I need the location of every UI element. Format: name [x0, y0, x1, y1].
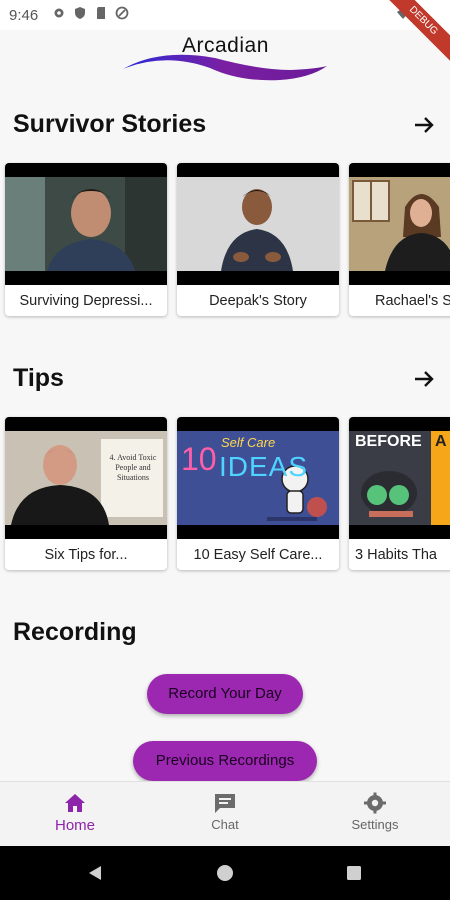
shield-icon: [75, 7, 85, 19]
arrow-right-icon[interactable]: [412, 367, 436, 391]
status-time: 9:46: [9, 7, 39, 24]
logo-text: Arcadian: [182, 34, 269, 57]
gear-icon: [54, 8, 64, 18]
nav-chat-label: Chat: [211, 817, 239, 832]
back-icon[interactable]: [86, 864, 104, 882]
card-label: 10 Easy Self Care...: [193, 547, 323, 563]
story-card-3[interactable]: Rachael's S: [349, 163, 450, 316]
video-thumbnail: [349, 163, 450, 285]
status-icons: [52, 6, 129, 20]
thumb-caption: 4. Avoid Toxic People and Situations: [109, 453, 157, 482]
chat-icon: [215, 794, 235, 813]
video-thumbnail-image: [349, 177, 450, 271]
card-label: 3 Habits Tha: [355, 547, 437, 563]
recents-icon[interactable]: [346, 865, 362, 881]
video-thumbnail: [177, 163, 339, 285]
thumb-caption: IDEAS: [219, 451, 309, 482]
video-thumbnail: [5, 163, 167, 285]
nav-settings-label: Settings: [351, 817, 399, 832]
bottom-nav: Home Chat Settings: [0, 781, 450, 847]
card-label: Deepak's Story: [209, 293, 307, 309]
record-your-day-button[interactable]: Record Your Day: [147, 674, 303, 714]
video-thumbnail-image: [5, 177, 167, 271]
thumb-caption: BEFORE: [355, 433, 422, 450]
video-thumbnail-image: [177, 177, 339, 271]
no-disturb-icon: [115, 6, 129, 20]
video-thumbnail: 4. Avoid Toxic People and Situations: [5, 417, 167, 539]
story-card-1[interactable]: Surviving Depressi...: [5, 163, 167, 316]
settings-icon: [364, 792, 386, 814]
tips-title: Tips: [13, 364, 64, 392]
home-circle-icon[interactable]: [216, 864, 234, 882]
thumb-caption: Self Care: [221, 435, 276, 450]
nav-home-label: Home: [54, 817, 95, 834]
video-thumbnail: 10 Self Care IDEAS: [177, 417, 339, 539]
card-label: Six Tips for...: [44, 547, 128, 563]
system-nav-bar: [0, 846, 450, 900]
tip-card-3[interactable]: BEFORE A 3 Habits Tha: [349, 417, 450, 570]
survivor-stories-title: Survivor Stories: [13, 110, 207, 138]
story-card-2[interactable]: Deepak's Story: [177, 163, 339, 316]
arrow-right-icon[interactable]: [412, 113, 436, 137]
status-bar: 9:46: [0, 0, 450, 30]
card-label: Rachael's S: [375, 293, 450, 309]
app-logo: Arcadian: [120, 30, 330, 90]
thumb-caption: A: [435, 433, 447, 450]
previous-recordings-button[interactable]: Previous Recordings: [133, 741, 317, 781]
recording-title: Recording: [13, 618, 137, 646]
video-thumbnail: BEFORE A: [349, 417, 450, 539]
tip-card-1[interactable]: 4. Avoid Toxic People and Situations Six…: [5, 417, 167, 570]
home-icon: [65, 794, 85, 812]
tip-card-2[interactable]: 10 Self Care IDEAS 10 Easy Self Care...: [177, 417, 339, 570]
thumb-number: 10: [181, 441, 217, 477]
sd-card-icon: [97, 7, 105, 19]
nav-settings[interactable]: Settings: [325, 792, 425, 832]
nav-home[interactable]: Home: [25, 792, 125, 834]
nav-chat[interactable]: Chat: [175, 792, 275, 832]
card-label: Surviving Depressi...: [19, 293, 153, 309]
